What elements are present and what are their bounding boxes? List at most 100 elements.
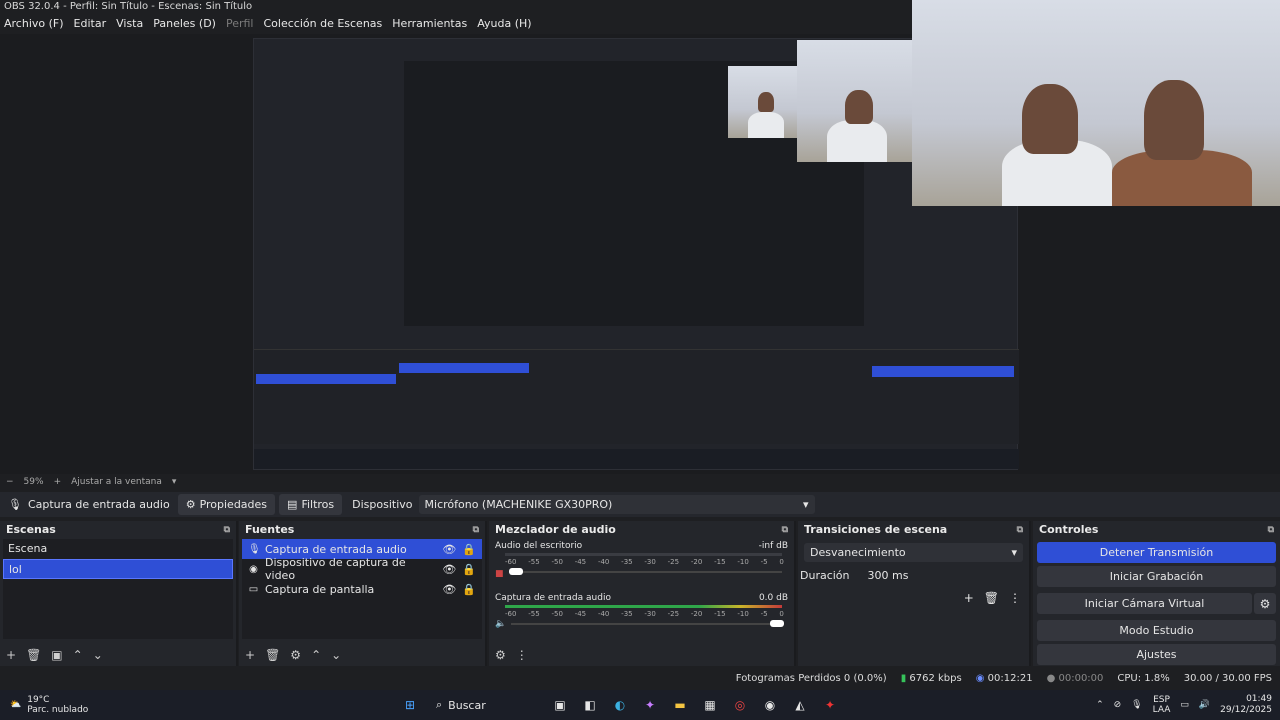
store-icon[interactable]: ▦ [700,695,720,715]
chevron-up-icon[interactable]: ⌃ [1096,700,1104,710]
tick-label: -10 [737,558,749,566]
filter-icon[interactable]: ▣ [51,648,62,662]
menu-coleccion[interactable]: Colección de Escenas [264,14,383,34]
move-down-icon[interactable]: ⌄ [93,648,103,662]
lock-icon[interactable]: 🔒 [462,563,482,576]
microphone-icon: 🎙 [248,543,261,555]
app-icon[interactable]: ◧ [580,695,600,715]
start-recording-button[interactable]: Iniciar Grabación [1037,566,1276,587]
menu-editar[interactable]: Editar [74,14,107,34]
gear-icon[interactable]: ⚙ [495,648,506,662]
source-item[interactable]: ◉ Dispositivo de captura de video 👁 🔒 [242,556,482,582]
controls-title: Controles [1039,523,1099,536]
trash-icon[interactable]: 🗑 [265,648,280,662]
volume-slider[interactable] [509,568,782,575]
transition-select[interactable]: Desvanecimiento ▾ [804,543,1023,562]
duration-input[interactable]: 300 ms [859,566,1027,585]
settings-button[interactable]: Ajustes [1037,644,1276,665]
add-icon[interactable]: + [245,648,255,662]
chevron-down-icon[interactable]: ▾ [172,477,177,487]
move-up-icon[interactable]: ⌃ [73,648,83,662]
stream-time: 00:12:21 [987,672,1033,684]
menu-perfil[interactable]: Perfil [226,14,254,34]
filters-button[interactable]: ▤ Filtros [279,494,343,515]
menu-paneles[interactable]: Paneles (D) [153,14,216,34]
add-icon[interactable]: + [964,591,974,605]
zoom-fit-select[interactable]: Ajustar a la ventana [71,477,162,487]
volume-slider-handle[interactable] [769,620,784,627]
undock-icon[interactable]: ⧉ [1268,521,1274,539]
clock-time[interactable]: 01:49 [1220,694,1272,705]
chrome-icon[interactable]: ◎ [730,695,750,715]
speaker-icon[interactable]: 🔈 [495,619,506,629]
taskbar-search[interactable]: ⌕ Buscar [430,694,540,716]
zoom-in-button[interactable]: + [54,477,62,487]
scene-item-selected[interactable]: lol [3,559,233,579]
tick-label: -5 [760,610,768,618]
trash-icon[interactable]: 🗑 [984,591,999,605]
copilot-icon[interactable]: ✦ [640,695,660,715]
more-icon[interactable]: ⋮ [516,648,528,662]
obs-icon[interactable]: ◉ [760,695,780,715]
menu-ayuda[interactable]: Ayuda (H) [477,14,531,34]
virtual-camera-button[interactable]: Iniciar Cámara Virtual [1037,593,1252,614]
menu-archivo[interactable]: Archivo (F) [4,14,64,34]
dropped-frames: Fotogramas Perdidos 0 (0.0%) [735,672,887,684]
source-item[interactable]: ▭ Captura de pantalla 👁 🔒 [242,579,482,599]
tick-label: 0 [779,610,784,618]
eye-icon[interactable]: 👁 [442,583,456,596]
meter-ticks: -60 -55 -50 -45 -40 -35 -30 -25 -20 -15 -10 -5 0 [505,558,784,566]
gear-icon[interactable]: ⚙ [290,648,301,662]
add-icon[interactable]: + [6,648,16,662]
tick-label: -60 [505,610,517,618]
menu-vista[interactable]: Vista [116,14,143,34]
volume-icon[interactable]: 🔊 [1199,700,1210,710]
tick-label: -20 [690,558,703,566]
volume-slider[interactable] [511,620,784,627]
menu-herramientas[interactable]: Herramientas [392,14,467,34]
undock-icon[interactable]: ⧉ [473,521,479,539]
trash-icon[interactable]: 🗑 [26,648,41,662]
clock-date[interactable]: 29/12/2025 [1220,705,1272,716]
more-icon[interactable]: ⋮ [1009,591,1021,605]
move-down-icon[interactable]: ⌄ [331,648,341,662]
undock-icon[interactable]: ⧉ [782,521,788,539]
volume-slider-handle[interactable] [509,568,524,575]
eye-icon[interactable]: 👁 [442,543,456,556]
undock-icon[interactable]: ⧉ [1017,521,1023,539]
source-label: Captura de entrada audio [265,542,407,556]
app-icon[interactable]: ◭ [790,695,810,715]
network-icon[interactable]: ⊘ [1114,700,1122,710]
lock-icon[interactable]: 🔒 [462,543,482,556]
lang-primary[interactable]: ESP [1153,695,1171,705]
gear-icon[interactable]: ⚙ [1254,593,1276,614]
zoom-value: 59% [23,477,44,487]
start-icon[interactable]: ⊞ [400,695,420,715]
scenes-title: Escenas [6,523,56,536]
undock-icon[interactable]: ⧉ [224,521,230,539]
taskbar: ⛅ 19°C Parc. nublado ⊞ ⌕ Buscar ▣ ◧ ◐ ✦ ▬… [0,690,1280,720]
folder-icon[interactable]: ▬ [670,695,690,715]
display-icon[interactable]: ▭ [1180,700,1189,710]
task-view-icon[interactable]: ▣ [550,695,570,715]
channel-name: Captura de entrada audio [495,593,611,603]
eye-icon[interactable]: 👁 [442,563,456,576]
lang-secondary[interactable]: LAA [1153,705,1171,715]
audio-mixer-dock: Mezclador de audio ⧉ Audio del escritorio… [489,521,796,666]
move-up-icon[interactable]: ⌃ [311,648,321,662]
device-select[interactable]: Micrófono (MACHENIKE GX30PRO) ▾ [418,495,815,514]
tick-label: -50 [551,610,563,618]
mic-icon[interactable]: 🎙 [1131,700,1142,710]
weather-widget[interactable]: ⛅ 19°C Parc. nublado [0,695,400,715]
properties-button[interactable]: ⚙ Propiedades [177,494,276,515]
scene-item[interactable]: Escena [3,539,233,559]
studio-mode-button[interactable]: Modo Estudio [1037,620,1276,641]
stop-stream-button[interactable]: Detener Transmisión [1037,542,1276,563]
signal-icon: ▮ [900,672,907,684]
tick-label: -30 [644,610,656,618]
zoom-out-button[interactable]: − [6,477,14,487]
app-icon[interactable]: ✦ [820,695,840,715]
edge-icon[interactable]: ◐ [610,695,630,715]
mute-icon[interactable]: ■ [495,569,504,579]
lock-icon[interactable]: 🔒 [462,583,482,596]
